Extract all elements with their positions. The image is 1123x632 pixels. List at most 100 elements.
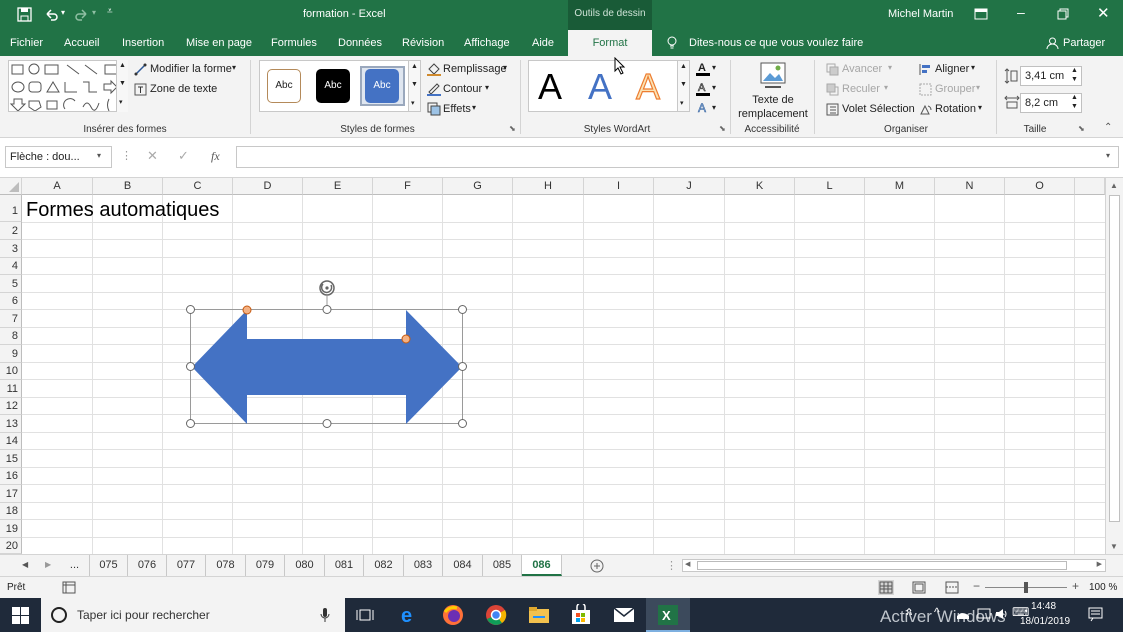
fill-dropdown-icon[interactable]: ▾ [503,63,507,72]
sheet-tab[interactable]: 078 [206,555,246,576]
tab-formules[interactable]: Formules [271,30,317,56]
column-header[interactable]: A [22,178,93,195]
column-header[interactable]: L [795,178,865,195]
undo-dropdown-icon[interactable]: ▾ [61,8,65,17]
column-header[interactable]: F [373,178,443,195]
tab-mise-en-page[interactable]: Mise en page [186,30,252,56]
tray-chevron-icon[interactable]: ^ [934,605,940,619]
action-center-icon[interactable] [1088,607,1103,622]
column-header[interactable]: B [93,178,163,195]
sheet-tab[interactable]: 081 [325,555,364,576]
firefox-icon[interactable] [442,604,464,626]
mail-icon[interactable] [613,607,635,623]
row-header[interactable]: 7 [0,310,22,328]
expand-formula-bar-icon[interactable]: ▾ [1106,151,1110,160]
scroll-thumb[interactable] [697,561,1067,570]
wordart-style-orange[interactable]: A [635,65,660,108]
row-header[interactable]: 20 [0,538,22,554]
width-spin-icon[interactable]: ▲ ▼ [1071,93,1078,111]
wordart-style-black[interactable]: A [538,66,562,108]
column-header[interactable]: N [935,178,1005,195]
scroll-up-icon[interactable]: ▲ [1110,181,1118,190]
selection-pane-icon[interactable] [826,103,839,116]
text-effects-icon[interactable]: A [696,101,710,115]
sheet-tab[interactable]: 079 [246,555,285,576]
save-icon[interactable] [17,7,33,23]
text-effects-dropdown-icon[interactable]: ▾ [712,103,716,112]
tab-fichier[interactable]: Fichier [10,30,43,56]
fill-button[interactable]: Remplissage [443,63,507,75]
tray-network-icon[interactable] [955,608,971,620]
customize-qat-icon[interactable]: ⩡ [107,6,113,17]
row-header[interactable]: 4 [0,258,22,275]
sheet-tab[interactable]: 076 [128,555,167,576]
tell-me-box[interactable]: Dites-nous ce que vous voulez faire [689,30,863,56]
sheet-tab-ellipsis[interactable]: ... [60,555,90,576]
column-header[interactable]: E [303,178,373,195]
taskbar-search-box[interactable]: Taper ici pour rechercher [41,598,345,632]
shape-styles-more[interactable]: ▲ ▼ ▾ [409,60,421,112]
tab-accueil[interactable]: Accueil [64,30,99,56]
row-header[interactable]: 17 [0,485,22,503]
share-button[interactable]: Partager [1063,30,1105,56]
worksheet-grid[interactable]: A B C D E F G H I J K L M N O 1 2 3 4 5 … [0,178,1123,554]
scroll-thumb[interactable] [1109,195,1120,522]
store-icon[interactable] [571,604,591,625]
height-spin-icon[interactable]: ▲ ▼ [1071,66,1078,84]
wordart-style-blue[interactable]: A [588,66,612,108]
sheet-tab-active[interactable]: 086 [522,555,562,576]
effects-button[interactable]: Effets [443,103,471,115]
tray-display-icon[interactable] [977,607,991,621]
user-name[interactable]: Michel Martin [888,8,953,20]
minimize-icon[interactable]: – [1017,4,1025,20]
row-header[interactable]: 5 [0,275,22,293]
text-fill-icon[interactable]: A [696,61,710,76]
zoom-in-icon[interactable]: + [1072,579,1079,593]
alt-text-icon[interactable] [759,61,787,91]
redo-icon[interactable] [74,7,90,23]
column-header[interactable]: M [865,178,935,195]
dialog-launcher-icon[interactable]: ⬊ [509,124,516,133]
sheet-tab[interactable]: 077 [167,555,206,576]
name-box[interactable]: Flèche : dou... [5,146,112,168]
row-header[interactable]: 3 [0,240,22,258]
formula-input[interactable] [236,146,1119,168]
zoom-level[interactable]: 100 % [1089,582,1117,593]
dialog-launcher-icon[interactable]: ⬊ [719,124,726,133]
edge-icon[interactable]: e [400,605,420,625]
rotation-handle-icon[interactable] [319,280,335,296]
fill-bucket-icon[interactable] [427,62,441,76]
shapes-gallery-icon[interactable] [9,61,127,112]
undo-icon[interactable] [43,7,59,23]
sheet-tab[interactable]: 082 [364,555,404,576]
tray-people-icon[interactable]: ጰ [906,606,913,619]
scroll-down-icon[interactable]: ▼ [680,81,687,88]
outline-button[interactable]: Contour [443,83,482,95]
row-header[interactable]: 16 [0,468,22,485]
row-header[interactable]: 9 [0,345,22,363]
ribbon-display-options-icon[interactable] [974,8,988,21]
restore-icon[interactable] [1057,8,1069,20]
text-box-button[interactable]: Zone de texte [150,83,217,95]
file-explorer-icon[interactable] [528,606,550,624]
column-header[interactable]: K [725,178,795,195]
text-outline-dropdown-icon[interactable]: ▾ [712,83,716,92]
tab-split-grip-icon[interactable]: ⋮ [666,559,677,572]
tab-donnees[interactable]: Données [338,30,382,56]
microphone-icon[interactable] [320,607,330,623]
name-box-dropdown-icon[interactable]: ▾ [97,151,101,160]
dialog-launcher-icon[interactable]: ⬊ [1078,124,1085,133]
selection-pane-button[interactable]: Volet Sélection [842,103,915,115]
gallery-expand-icon[interactable]: ▾ [680,99,684,107]
column-header[interactable]: O [1005,178,1075,195]
scroll-up-icon[interactable]: ▲ [680,63,687,70]
edit-shape-button[interactable]: Modifier la forme [150,63,232,75]
rotate-button[interactable]: Rotation [935,103,976,115]
row-header[interactable]: 8 [0,328,22,345]
sheet-tab[interactable]: 083 [404,555,443,576]
arrow-fill[interactable] [192,310,462,424]
tab-aide[interactable]: Aide [532,30,554,56]
rotate-icon[interactable] [919,103,932,116]
sheet-tab[interactable]: 084 [443,555,483,576]
row-header[interactable]: 6 [0,293,22,310]
